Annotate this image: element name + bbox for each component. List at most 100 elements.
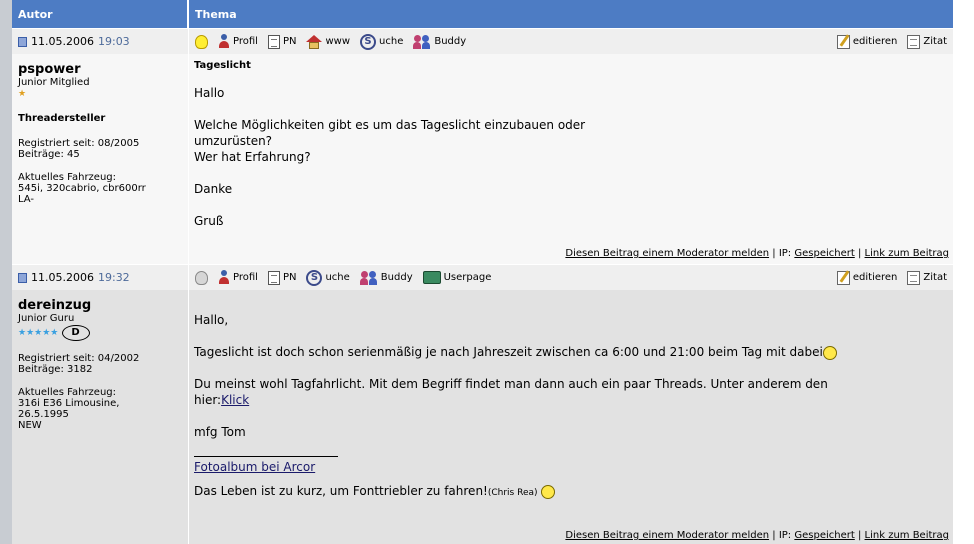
fotoalbum-link[interactable]: Fotoalbum bei Arcor bbox=[194, 460, 315, 474]
signature-line: Das Leben ist zu kurz, um Fonttriebler z… bbox=[194, 483, 948, 501]
quote-button[interactable]: Zitat bbox=[907, 34, 947, 49]
grin-smiley-icon bbox=[822, 345, 837, 360]
post-text-line: Du meinst wohl Tagfahrlicht. Mit dem Beg… bbox=[194, 377, 828, 391]
quote-button[interactable]: Zitat bbox=[907, 270, 947, 285]
post-1-footer: Diesen Beitrag einem Moderator melden | … bbox=[189, 248, 953, 262]
userpage-label: Userpage bbox=[443, 272, 492, 283]
post-time: 19:03 bbox=[97, 35, 130, 48]
rank-stars-icon: ★★★★★ bbox=[18, 328, 59, 338]
quote-icon bbox=[907, 34, 921, 49]
pn-label: PN bbox=[282, 272, 297, 283]
left-margin bbox=[0, 0, 12, 544]
quote-icon bbox=[907, 270, 921, 285]
buddy-label: Buddy bbox=[434, 36, 467, 47]
post-text-line: hier:Klick bbox=[194, 393, 250, 407]
pn-button[interactable]: PN bbox=[267, 270, 297, 285]
post-text-line: mfg Tom bbox=[194, 425, 246, 439]
post-icon bbox=[18, 272, 27, 283]
post-1-author-info: pspower Junior Mitglied ★ Threaderstelle… bbox=[12, 54, 188, 264]
buddy-icon bbox=[359, 270, 378, 285]
www-button[interactable]: www bbox=[306, 34, 351, 49]
post-title: Tageslicht bbox=[194, 60, 251, 71]
thread-starter-label: Threadersteller bbox=[18, 113, 106, 124]
user-rank: Junior Guru bbox=[18, 313, 75, 324]
offline-bulb-icon bbox=[195, 270, 208, 285]
registered-since: Registriert seit: 08/2005 bbox=[18, 138, 140, 149]
edit-icon bbox=[836, 270, 850, 285]
suche-button[interactable]: Suche bbox=[306, 269, 350, 286]
vehicle-label: Aktuelles Fahrzeug: bbox=[18, 387, 117, 398]
user-rank: Junior Mitglied bbox=[18, 77, 90, 88]
column-header-thema: Thema bbox=[189, 0, 953, 28]
www-label: www bbox=[325, 36, 351, 47]
country-badge: D bbox=[61, 325, 90, 341]
search-icon: S bbox=[306, 269, 323, 286]
vehicle-label: Aktuelles Fahrzeug: bbox=[18, 172, 117, 183]
post-1-content: Tageslicht Hallo Welche Möglichkeiten gi… bbox=[189, 54, 953, 264]
post-2-author-info: dereinzug Junior Guru ★★★★★ D Registrier… bbox=[12, 290, 188, 544]
buddy-button[interactable]: Buddy bbox=[359, 270, 413, 285]
vehicle-line: 545i, 320cabrio, cbr600rr bbox=[18, 183, 146, 194]
vehicle-line: 316i E36 Limousine, bbox=[18, 398, 120, 409]
forum-page: Autor Thema 11.05.2006 19:03 Profil PN w… bbox=[0, 0, 974, 544]
post-date: 11.05.2006 bbox=[31, 271, 94, 284]
post-time: 19:32 bbox=[97, 271, 130, 284]
post-2-content: Hallo, Tageslicht ist doch schon serienm… bbox=[189, 290, 953, 544]
buddy-icon bbox=[413, 34, 431, 49]
suche-label: uche bbox=[379, 36, 404, 47]
profil-button[interactable]: Profil bbox=[218, 270, 258, 285]
thread-table: Autor Thema 11.05.2006 19:03 Profil PN w… bbox=[12, 0, 953, 544]
profil-button[interactable]: Profil bbox=[218, 34, 258, 49]
rank-star-icon: ★ bbox=[18, 89, 27, 99]
report-link[interactable]: Diesen Beitrag einem Moderator melden bbox=[565, 248, 769, 259]
klick-link[interactable]: Klick bbox=[221, 393, 249, 407]
edit-icon bbox=[836, 34, 850, 49]
edit-button[interactable]: editieren bbox=[836, 34, 898, 49]
quote-label: Zitat bbox=[923, 36, 947, 47]
post-text-line: Danke bbox=[194, 182, 233, 196]
vehicle-line: NEW bbox=[18, 420, 42, 431]
suche-button[interactable]: Suche bbox=[360, 33, 404, 50]
report-link[interactable]: Diesen Beitrag einem Moderator melden bbox=[565, 530, 769, 541]
signature-line: Fotoalbum bei Arcor bbox=[194, 459, 948, 475]
post-count: Beiträge: 3182 bbox=[18, 364, 93, 375]
userpage-icon bbox=[422, 271, 441, 284]
profil-label: Profil bbox=[233, 272, 258, 283]
search-icon: S bbox=[360, 33, 377, 50]
buddy-label: Buddy bbox=[380, 272, 413, 283]
permalink[interactable]: Link zum Beitrag bbox=[865, 248, 949, 259]
registered-since: Registriert seit: 04/2002 bbox=[18, 353, 140, 364]
home-icon bbox=[306, 34, 323, 49]
ip-link[interactable]: Gespeichert bbox=[794, 248, 854, 259]
profil-label: Profil bbox=[233, 36, 258, 47]
post-count: Beiträge: 45 bbox=[18, 149, 80, 160]
buddy-button[interactable]: Buddy bbox=[413, 34, 466, 49]
column-header-autor: Autor bbox=[12, 0, 188, 28]
pn-button[interactable]: PN bbox=[267, 34, 297, 49]
permalink[interactable]: Link zum Beitrag bbox=[865, 530, 949, 541]
post-text-line: Hallo bbox=[194, 86, 225, 100]
edit-button[interactable]: editieren bbox=[836, 270, 898, 285]
post-2-toolbar: Profil PN Suche Buddy Userpage editieren… bbox=[189, 264, 953, 290]
username[interactable]: pspower bbox=[18, 62, 182, 77]
post-date: 11.05.2006 bbox=[31, 35, 94, 48]
post-text-line: umzurüsten? bbox=[194, 134, 273, 148]
edit-label: editieren bbox=[852, 36, 898, 47]
post-1-toolbar: Profil PN www Suche Buddy editieren Zita… bbox=[189, 28, 953, 54]
post-1-date-bar: 11.05.2006 19:03 bbox=[12, 28, 188, 54]
message-icon bbox=[267, 34, 280, 49]
ip-link[interactable]: Gespeichert bbox=[794, 530, 854, 541]
userpage-button[interactable]: Userpage bbox=[422, 271, 492, 284]
post-text-line: Tageslicht ist doch schon serienmäßig je… bbox=[194, 344, 948, 360]
signature-author: (Chris Rea) bbox=[487, 488, 538, 498]
edit-label: editieren bbox=[852, 272, 898, 283]
username[interactable]: dereinzug bbox=[18, 298, 182, 313]
post-text-line: Wer hat Erfahrung? bbox=[194, 150, 311, 164]
quote-label: Zitat bbox=[923, 272, 947, 283]
pn-label: PN bbox=[282, 36, 297, 47]
message-icon bbox=[267, 270, 280, 285]
suche-label: uche bbox=[325, 272, 350, 283]
profile-icon bbox=[218, 34, 230, 49]
post-icon bbox=[18, 36, 27, 47]
post-2-footer: Diesen Beitrag einem Moderator melden | … bbox=[189, 530, 953, 544]
